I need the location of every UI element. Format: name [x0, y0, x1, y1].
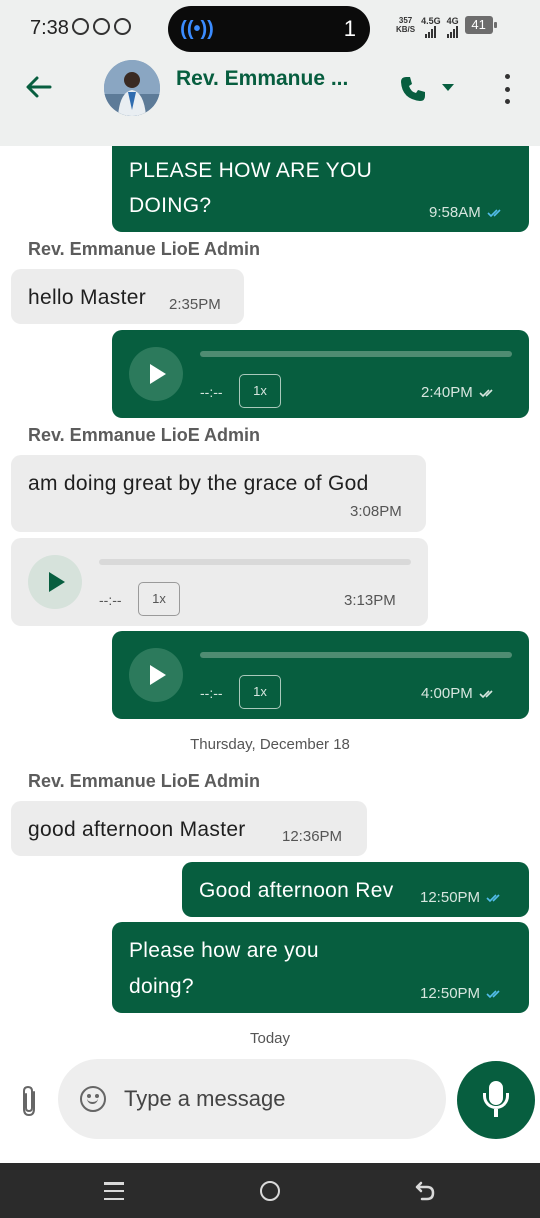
- home-icon[interactable]: [260, 1181, 280, 1201]
- incoming-message[interactable]: am doing great by the grace of God 3:08P…: [11, 455, 426, 532]
- chevron-down-icon[interactable]: [442, 84, 454, 91]
- message-time: 9:58AM: [429, 204, 505, 221]
- incoming-voice-message: --:-- 1x 3:13PM: [11, 538, 428, 626]
- mic-icon-cup: [483, 1093, 509, 1109]
- audio-duration: --:--: [99, 592, 122, 608]
- system-status: 357 KB/S 4.5G 4G 41: [396, 16, 497, 38]
- message-text: hello Master: [28, 286, 146, 309]
- sim2-label: 4G: [446, 16, 459, 26]
- signal-bars-icon: [447, 26, 459, 38]
- date-separator: Thursday, December 18: [190, 736, 350, 753]
- message-time: 12:50PM: [420, 985, 504, 1002]
- message-text: PLEASE HOW ARE YOU: [129, 159, 373, 182]
- time-text: 12:50PM: [420, 985, 481, 1002]
- message-text: doing?: [129, 975, 194, 998]
- read-ticks-icon: [487, 209, 501, 218]
- notification-icons: [72, 18, 131, 35]
- message-time: 3:13PM: [344, 592, 396, 609]
- battery-icon: 41: [464, 16, 497, 34]
- message-text: Please how are you: [129, 939, 319, 962]
- net-speed-unit: KB/S: [396, 25, 416, 34]
- message-time: 3:08PM: [350, 503, 402, 520]
- sender-name: Rev. Emmanue LioE Admin: [28, 239, 261, 259]
- outgoing-voice-message: --:-- 1x 2:40PM: [112, 330, 529, 418]
- more-vert-icon[interactable]: [500, 74, 514, 104]
- chat-header: Rev. Emmanue ...: [0, 56, 540, 146]
- attach-icon[interactable]: [20, 1084, 40, 1118]
- facebook-icon: [93, 18, 110, 35]
- audio-duration: --:--: [200, 685, 223, 701]
- contact-name[interactable]: Rev. Emmanue ...: [176, 67, 348, 91]
- status-time: 7:38: [30, 17, 69, 39]
- message-text: am doing great by the grace of God: [28, 472, 369, 495]
- mic-button[interactable]: [457, 1061, 535, 1139]
- date-separator: Today: [249, 1030, 291, 1047]
- phone-icon[interactable]: [398, 74, 428, 104]
- sim1-signal: 4.5G: [421, 16, 441, 38]
- sender-name: Rev. Emmanue LioE Admin: [28, 425, 261, 445]
- chat-screen: 7:38 ((•)) 1 357 KB/S 4.5G 4G 41 Rev. Em…: [0, 0, 540, 1218]
- audio-progress-track[interactable]: [200, 351, 512, 357]
- play-icon: [150, 364, 166, 384]
- avatar[interactable]: [104, 60, 160, 116]
- avatar-photo: [104, 60, 160, 116]
- message-input[interactable]: Type a message: [58, 1059, 446, 1139]
- message-time: 12:50PM: [420, 889, 504, 906]
- outgoing-message[interactable]: PLEASE HOW ARE YOU DOING? 9:58AM: [112, 146, 529, 232]
- playback-speed-button[interactable]: 1x: [239, 374, 281, 408]
- network-speed: 357 KB/S: [396, 16, 415, 34]
- playback-speed-button[interactable]: 1x: [239, 675, 281, 709]
- message-placeholder: Type a message: [124, 1086, 286, 1111]
- dynamic-island[interactable]: ((•)) 1: [168, 6, 370, 52]
- emoji-icon[interactable]: [80, 1086, 106, 1112]
- delivered-ticks-icon: [479, 690, 493, 699]
- back-arrow-icon[interactable]: [22, 70, 56, 104]
- audio-progress-track[interactable]: [99, 559, 411, 565]
- time-text: 2:40PM: [421, 384, 473, 401]
- read-ticks-icon: [486, 894, 500, 903]
- play-button[interactable]: [129, 648, 183, 702]
- system-nav-bar: [0, 1163, 540, 1218]
- outgoing-voice-message: --:-- 1x 4:00PM: [112, 631, 529, 719]
- nav-back-icon[interactable]: [414, 1179, 436, 1201]
- net-speed-value: 357: [398, 16, 413, 25]
- incoming-message[interactable]: good afternoon Master 12:36PM: [11, 801, 367, 856]
- play-icon: [49, 572, 65, 592]
- delivered-ticks-icon: [479, 389, 493, 398]
- time-text: 12:50PM: [420, 889, 481, 906]
- outgoing-message[interactable]: Please how are you doing? 12:50PM: [112, 922, 529, 1013]
- sender-name: Rev. Emmanue LioE Admin: [28, 771, 261, 791]
- mic-icon-stem: [494, 1109, 498, 1117]
- incoming-message[interactable]: hello Master 2:35PM: [11, 269, 244, 324]
- message-text: DOING?: [129, 194, 212, 217]
- sim2-signal: 4G: [447, 16, 459, 38]
- message-text: Good afternoon Rev: [199, 879, 394, 902]
- signal-bars-icon: [425, 26, 437, 38]
- outgoing-message[interactable]: Good afternoon Rev 12:50PM: [182, 862, 529, 917]
- play-icon: [150, 665, 166, 685]
- time-text: 9:58AM: [429, 204, 481, 221]
- message-time: 2:40PM: [421, 384, 497, 401]
- whatsapp-icon: [72, 18, 89, 35]
- messenger-icon: [114, 18, 131, 35]
- play-button[interactable]: [129, 347, 183, 401]
- recents-icon[interactable]: [104, 1182, 124, 1200]
- message-time: 12:36PM: [282, 828, 343, 845]
- play-button[interactable]: [28, 555, 82, 609]
- message-text: good afternoon Master: [28, 818, 246, 841]
- sim1-label: 4.5G: [421, 16, 441, 26]
- status-bar: 7:38 ((•)) 1 357 KB/S 4.5G 4G 41: [0, 0, 540, 56]
- broadcast-icon: ((•)): [180, 18, 214, 40]
- notification-count: 1: [343, 16, 356, 41]
- message-time: 2:35PM: [169, 296, 221, 313]
- read-ticks-icon: [486, 990, 500, 999]
- message-time: 4:00PM: [421, 685, 497, 702]
- playback-speed-button[interactable]: 1x: [138, 582, 180, 616]
- audio-duration: --:--: [200, 384, 223, 400]
- audio-progress-track[interactable]: [200, 652, 512, 658]
- time-text: 4:00PM: [421, 685, 473, 702]
